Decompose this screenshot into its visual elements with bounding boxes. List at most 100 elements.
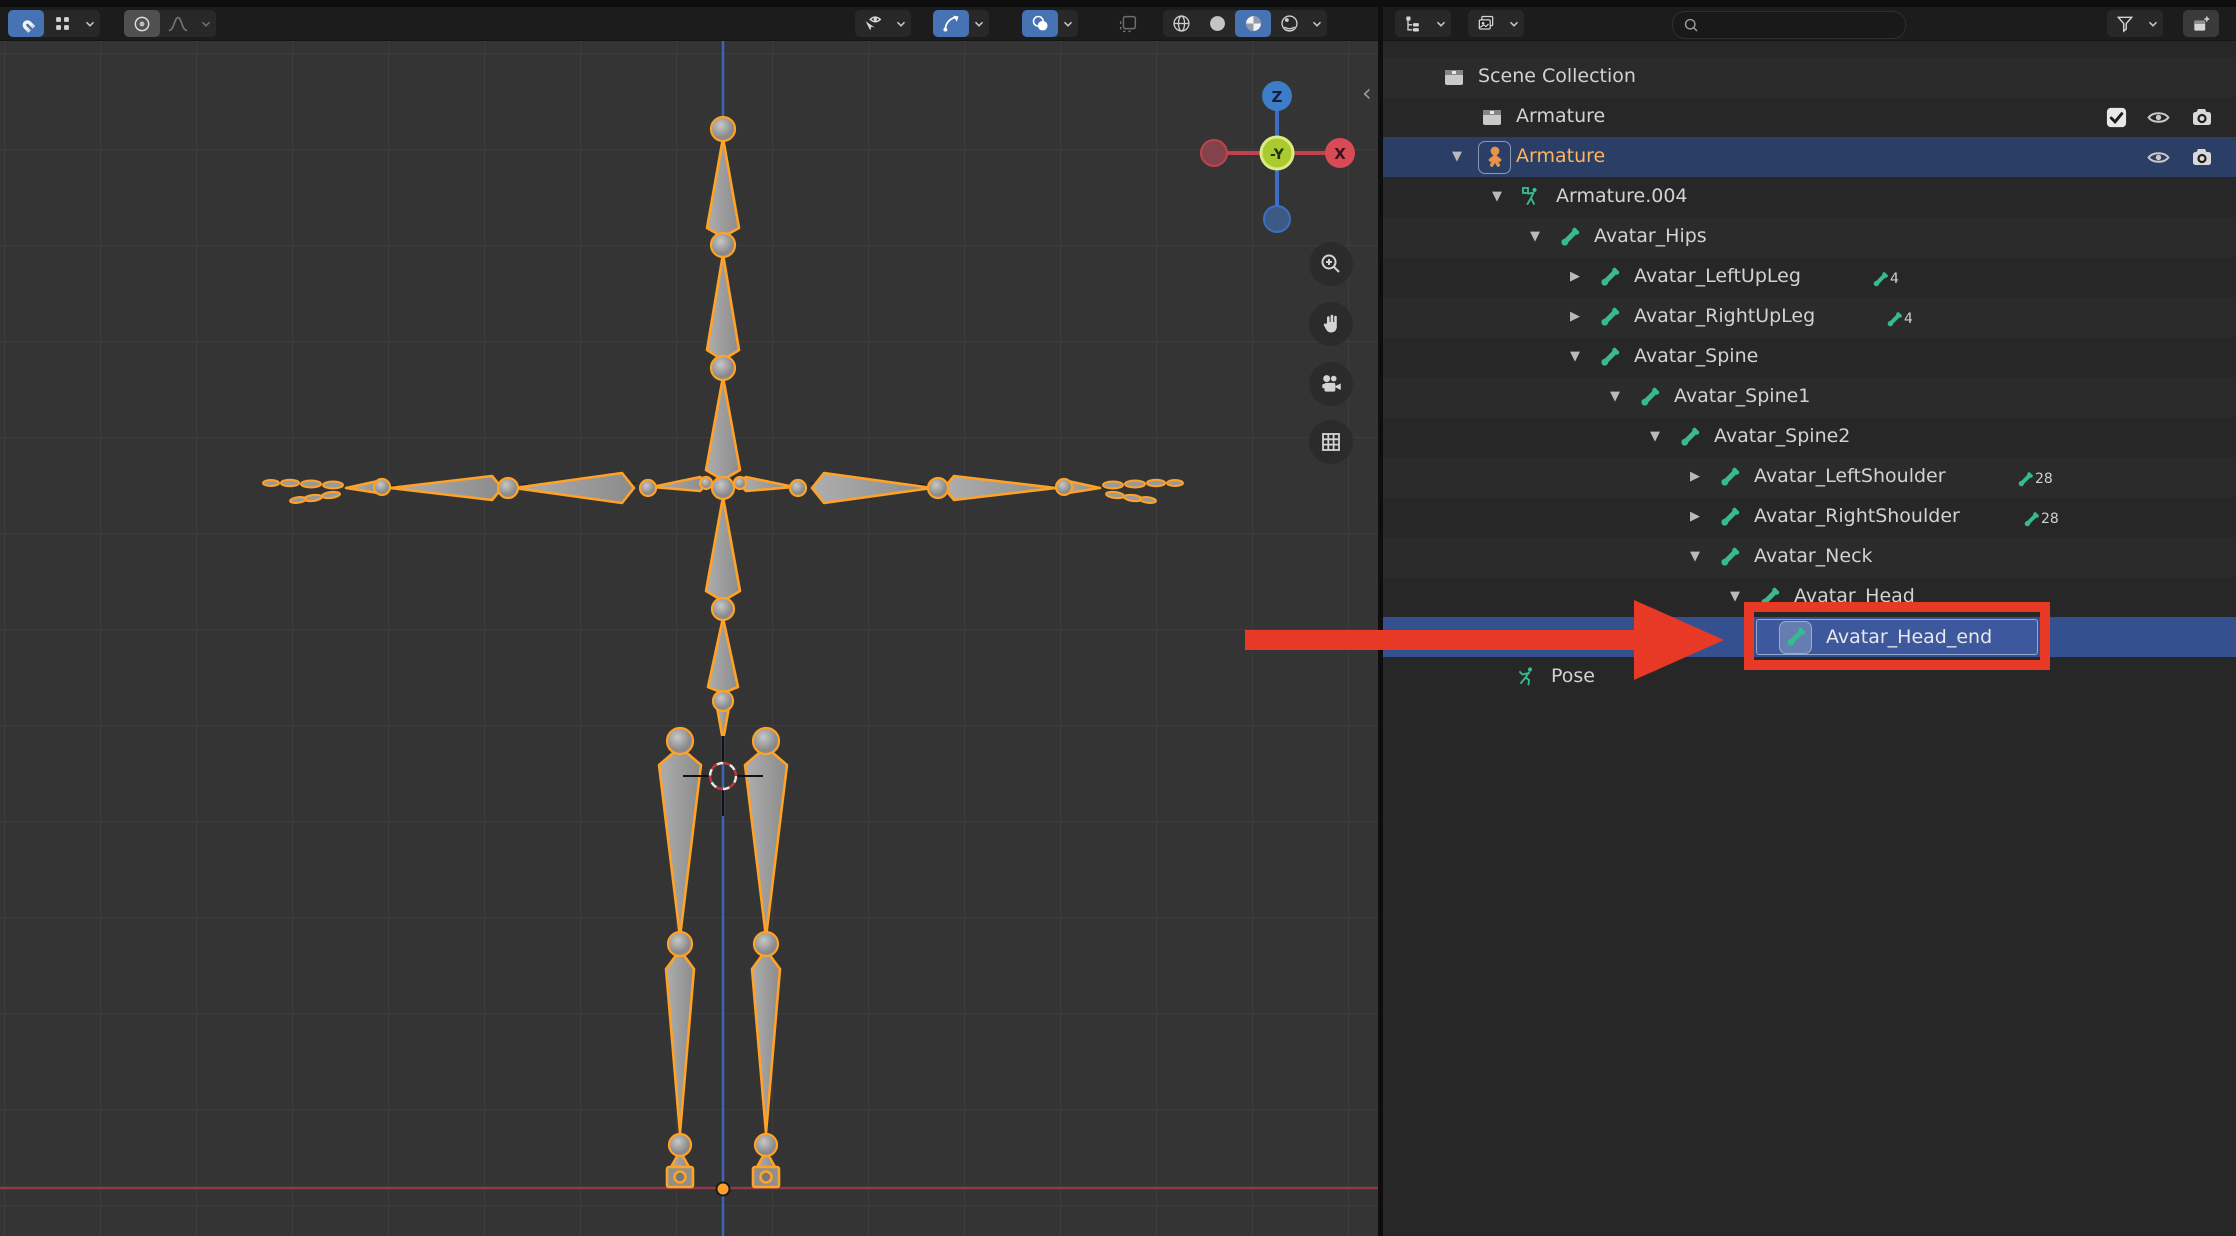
- outliner-item-label: Scene Collection: [1478, 65, 1636, 87]
- viewport-3d[interactable]: Z X -Y ‹: [0, 41, 1378, 1236]
- display-mode-dropdown[interactable]: [1504, 10, 1524, 37]
- overlays-dropdown[interactable]: [1058, 10, 1078, 37]
- filter-button[interactable]: [2107, 10, 2143, 37]
- gizmos-toggle[interactable]: [933, 10, 969, 37]
- child-bones-count: 28: [2041, 511, 2059, 527]
- shading-dropdown[interactable]: [1307, 10, 1327, 37]
- gizmo-neg-y-label: -Y: [1270, 147, 1285, 163]
- outliner-row-scene-collection[interactable]: Scene Collection: [1383, 57, 2236, 97]
- bone-icon: [1636, 383, 1664, 411]
- new-collection-button[interactable]: [2183, 10, 2219, 37]
- gizmo-axis-neg-x[interactable]: [1201, 140, 1227, 166]
- outliner-item-label: Avatar_RightShoulder: [1754, 505, 1960, 527]
- object-origin-dot[interactable]: [717, 1183, 730, 1196]
- bone-icon: [1596, 343, 1624, 371]
- shading-rendered-button[interactable]: [1271, 10, 1307, 37]
- disclosure-right-icon[interactable]: ▶: [1680, 509, 1710, 524]
- outliner-row-avatar-hips[interactable]: ▼ Avatar_Hips: [1383, 217, 2236, 257]
- sidebar-collapse-icon[interactable]: ‹: [1362, 81, 1372, 105]
- outliner-row-avatar-leftshoulder[interactable]: ▶Avatar_LeftShoulder28: [1383, 457, 2236, 497]
- outliner-row-armature[interactable]: Armature: [1383, 97, 2236, 137]
- annotation-highlight-box: [1744, 602, 2050, 670]
- viewport-header: [0, 7, 2236, 40]
- new-collection-group: [2183, 10, 2219, 37]
- outliner-row-avatar-leftupleg[interactable]: ▶Avatar_LeftUpLeg4: [1383, 257, 2236, 297]
- grid-ortho-button[interactable]: [1309, 420, 1353, 464]
- outliner-row-avatar-rightupleg[interactable]: ▶Avatar_RightUpLeg4: [1383, 297, 2236, 337]
- proportional-falloff-button[interactable]: [160, 10, 196, 37]
- disclosure-right-icon[interactable]: ▶: [1560, 269, 1590, 284]
- outliner-row-avatar-spine[interactable]: ▼Avatar_Spine: [1383, 337, 2236, 377]
- outliner-row-avatar-spine2[interactable]: ▼Avatar_Spine2: [1383, 417, 2236, 457]
- overlays-group: [1022, 10, 1078, 37]
- overlays-toggle[interactable]: [1022, 10, 1058, 37]
- filter-dropdown[interactable]: [2143, 10, 2163, 37]
- disclosure-down-icon[interactable]: ▼: [1560, 349, 1590, 364]
- disclosure-right-icon[interactable]: ▶: [1560, 309, 1590, 324]
- proportional-editing-toggle[interactable]: [124, 10, 160, 37]
- shading-solid-button[interactable]: [1199, 10, 1235, 37]
- outliner-item-label: Avatar_Hips: [1594, 225, 1707, 247]
- outliner-row-avatar-spine1[interactable]: ▼Avatar_Spine1: [1383, 377, 2236, 417]
- outliner-item-label: Armature: [1516, 145, 1605, 167]
- disclosure-down-icon[interactable]: ▼: [1520, 229, 1550, 244]
- outliner-search[interactable]: [1672, 11, 1906, 39]
- shading-wireframe-button[interactable]: [1163, 10, 1199, 37]
- object-type-visibility-dropdown[interactable]: [891, 10, 911, 37]
- editor-type-group: [1395, 10, 1451, 37]
- outliner-row-armature-004[interactable]: ▼ Armature.004: [1383, 177, 2236, 217]
- camera-view-button[interactable]: [1309, 362, 1353, 406]
- hide-in-viewport-toggle[interactable]: [2143, 143, 2173, 171]
- annotation-arrow-shaft: [1245, 630, 1637, 650]
- bone-icon: [1716, 543, 1744, 571]
- child-bones-count: 28: [2035, 471, 2053, 487]
- bone-icon: [1596, 263, 1624, 291]
- search-input[interactable]: [1706, 15, 1890, 35]
- visibility-group: [855, 10, 911, 37]
- collection-icon: [1440, 63, 1468, 91]
- disclosure-down-icon[interactable]: ▼: [1640, 429, 1670, 444]
- gizmos-dropdown[interactable]: [969, 10, 989, 37]
- editor-type-button[interactable]: [1395, 10, 1431, 37]
- xray-group: [1110, 10, 1146, 37]
- object-type-visibility-button[interactable]: [855, 10, 891, 37]
- disclosure-down-icon[interactable]: ▼: [1442, 149, 1472, 164]
- snap-magnet-toggle[interactable]: [8, 10, 44, 37]
- editor-type-dropdown[interactable]: [1431, 10, 1451, 37]
- outliner-item-label: Armature: [1516, 105, 1605, 127]
- disclosure-right-icon[interactable]: ▶: [1680, 469, 1710, 484]
- bone-icon: [1676, 423, 1704, 451]
- proportional-falloff-dropdown[interactable]: [196, 10, 216, 37]
- toggle-xray-button[interactable]: [1110, 10, 1146, 37]
- disclosure-down-icon[interactable]: ▼: [1482, 189, 1512, 204]
- disable-in-renders-toggle[interactable]: [2187, 103, 2217, 131]
- disable-in-renders-toggle[interactable]: [2187, 143, 2217, 171]
- pan-button[interactable]: [1309, 302, 1353, 346]
- outliner-row-armature[interactable]: ▼ Armature: [1383, 137, 2236, 177]
- bone-icon: [1716, 503, 1744, 531]
- snap-settings-button[interactable]: [44, 10, 80, 37]
- display-mode-group: [1468, 10, 1524, 37]
- exclude-checkbox[interactable]: [2101, 103, 2131, 131]
- filter-group: [2107, 10, 2163, 37]
- bone-icon: [1716, 463, 1744, 491]
- snap-settings-dropdown[interactable]: [80, 10, 100, 37]
- outliner-item-label: Avatar_RightUpLeg: [1634, 305, 1815, 327]
- search-icon: [1683, 17, 1700, 34]
- zoom-button[interactable]: [1309, 242, 1353, 286]
- armature-data-icon: [1518, 183, 1546, 211]
- outliner-item-label: Avatar_Neck: [1754, 545, 1873, 567]
- display-mode-button[interactable]: [1468, 10, 1504, 37]
- outliner-item-label: Armature.004: [1556, 185, 1688, 207]
- outliner-row-avatar-rightshoulder[interactable]: ▶ Avatar_RightShoulder 28: [1383, 497, 2236, 537]
- outliner-row-avatar-neck[interactable]: ▼ Avatar_Neck: [1383, 537, 2236, 577]
- disclosure-down-icon[interactable]: ▼: [1600, 389, 1630, 404]
- armature-tpose-drawing: [0, 41, 1378, 1236]
- shading-group: [1163, 10, 1327, 37]
- bone-icon: [1556, 223, 1584, 251]
- shading-material-preview-button[interactable]: [1235, 10, 1271, 37]
- disclosure-down-icon[interactable]: ▼: [1680, 549, 1710, 564]
- gizmo-z-label: Z: [1272, 88, 1283, 106]
- hide-in-viewport-toggle[interactable]: [2143, 103, 2173, 131]
- gizmo-axis-neg-z[interactable]: [1264, 206, 1290, 232]
